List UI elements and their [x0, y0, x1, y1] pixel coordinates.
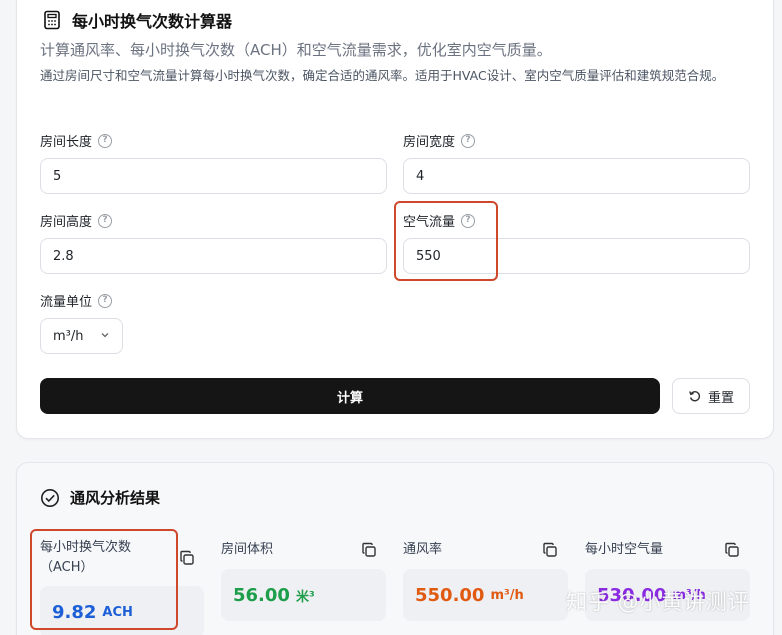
width-input[interactable]: 4 [403, 158, 750, 194]
question-circle-icon[interactable]: ? [98, 133, 113, 148]
reset-button[interactable]: 重置 [672, 378, 750, 414]
unit-label: 流量单位 [40, 295, 93, 310]
length-label: 房间长度 [40, 135, 93, 150]
calculator-icon [42, 10, 62, 30]
volume-label: 房间体积 [221, 542, 274, 557]
height-input[interactable]: 2.8 [40, 238, 387, 274]
hourly-label: 每小时空气量 [585, 542, 664, 557]
question-circle-icon[interactable]: ? [461, 133, 476, 148]
results-title: 通风分析结果 [70, 489, 161, 507]
volume-unit: 米³ [295, 589, 315, 605]
copy-icon[interactable] [361, 542, 377, 558]
check-circle-icon [40, 488, 60, 508]
rotate-ccw-icon [688, 389, 702, 403]
width-label-row: 房间宽度 ? [403, 131, 476, 150]
page-title: 每小时换气次数计算器 [72, 12, 233, 31]
airflow-label: 空气流量 [403, 215, 456, 230]
title-row: 每小时换气次数计算器 [42, 8, 232, 32]
volume-result: 56.00 米³ [221, 569, 386, 621]
airflow-label-row: 空气流量 ? [403, 211, 476, 230]
question-circle-icon[interactable]: ? [98, 213, 113, 228]
ach-unit: ACH [102, 604, 133, 620]
watermark: 知乎 @小黄讲测评 [566, 590, 750, 614]
width-label: 房间宽度 [403, 135, 456, 150]
question-circle-icon[interactable]: ? [98, 293, 113, 308]
rate-label: 通风率 [403, 542, 443, 557]
volume-value: 56.00 [233, 584, 290, 606]
results-title-row: 通风分析结果 [40, 487, 160, 508]
ach-value: 9.82 [52, 601, 97, 623]
height-label: 房间高度 [40, 215, 93, 230]
copy-icon[interactable] [724, 542, 740, 558]
question-circle-icon[interactable]: ? [461, 213, 476, 228]
page-description: 通过房间尺寸和空气流量计算每小时换气次数，确定合适的通风率。适用于HVAC设计、… [40, 68, 725, 83]
height-label-row: 房间高度 ? [40, 211, 113, 230]
unit-select-value: m³/h [53, 328, 84, 344]
ach-result: 9.82 ACH [40, 586, 204, 635]
unit-label-row: 流量单位 ? [40, 291, 113, 310]
chevron-down-icon [100, 330, 110, 343]
rate-value: 550.00 [415, 584, 485, 606]
airflow-input[interactable]: 550 [403, 238, 750, 274]
rate-result: 550.00 m³/h [403, 569, 568, 621]
rate-unit: m³/h [490, 587, 524, 603]
page-subtitle: 计算通风率、每小时换气次数（ACH）和空气流量需求，优化室内空气质量。 [40, 41, 552, 59]
reset-label: 重置 [707, 390, 734, 406]
copy-icon[interactable] [542, 542, 558, 558]
calculate-button[interactable]: 计算 [40, 378, 660, 414]
unit-select[interactable]: m³/h [40, 318, 123, 354]
ach-label: 每小时换气次数（ACH） [40, 540, 132, 575]
length-label-row: 房间长度 ? [40, 131, 113, 150]
length-input[interactable]: 5 [40, 158, 387, 194]
copy-icon[interactable] [179, 550, 195, 566]
